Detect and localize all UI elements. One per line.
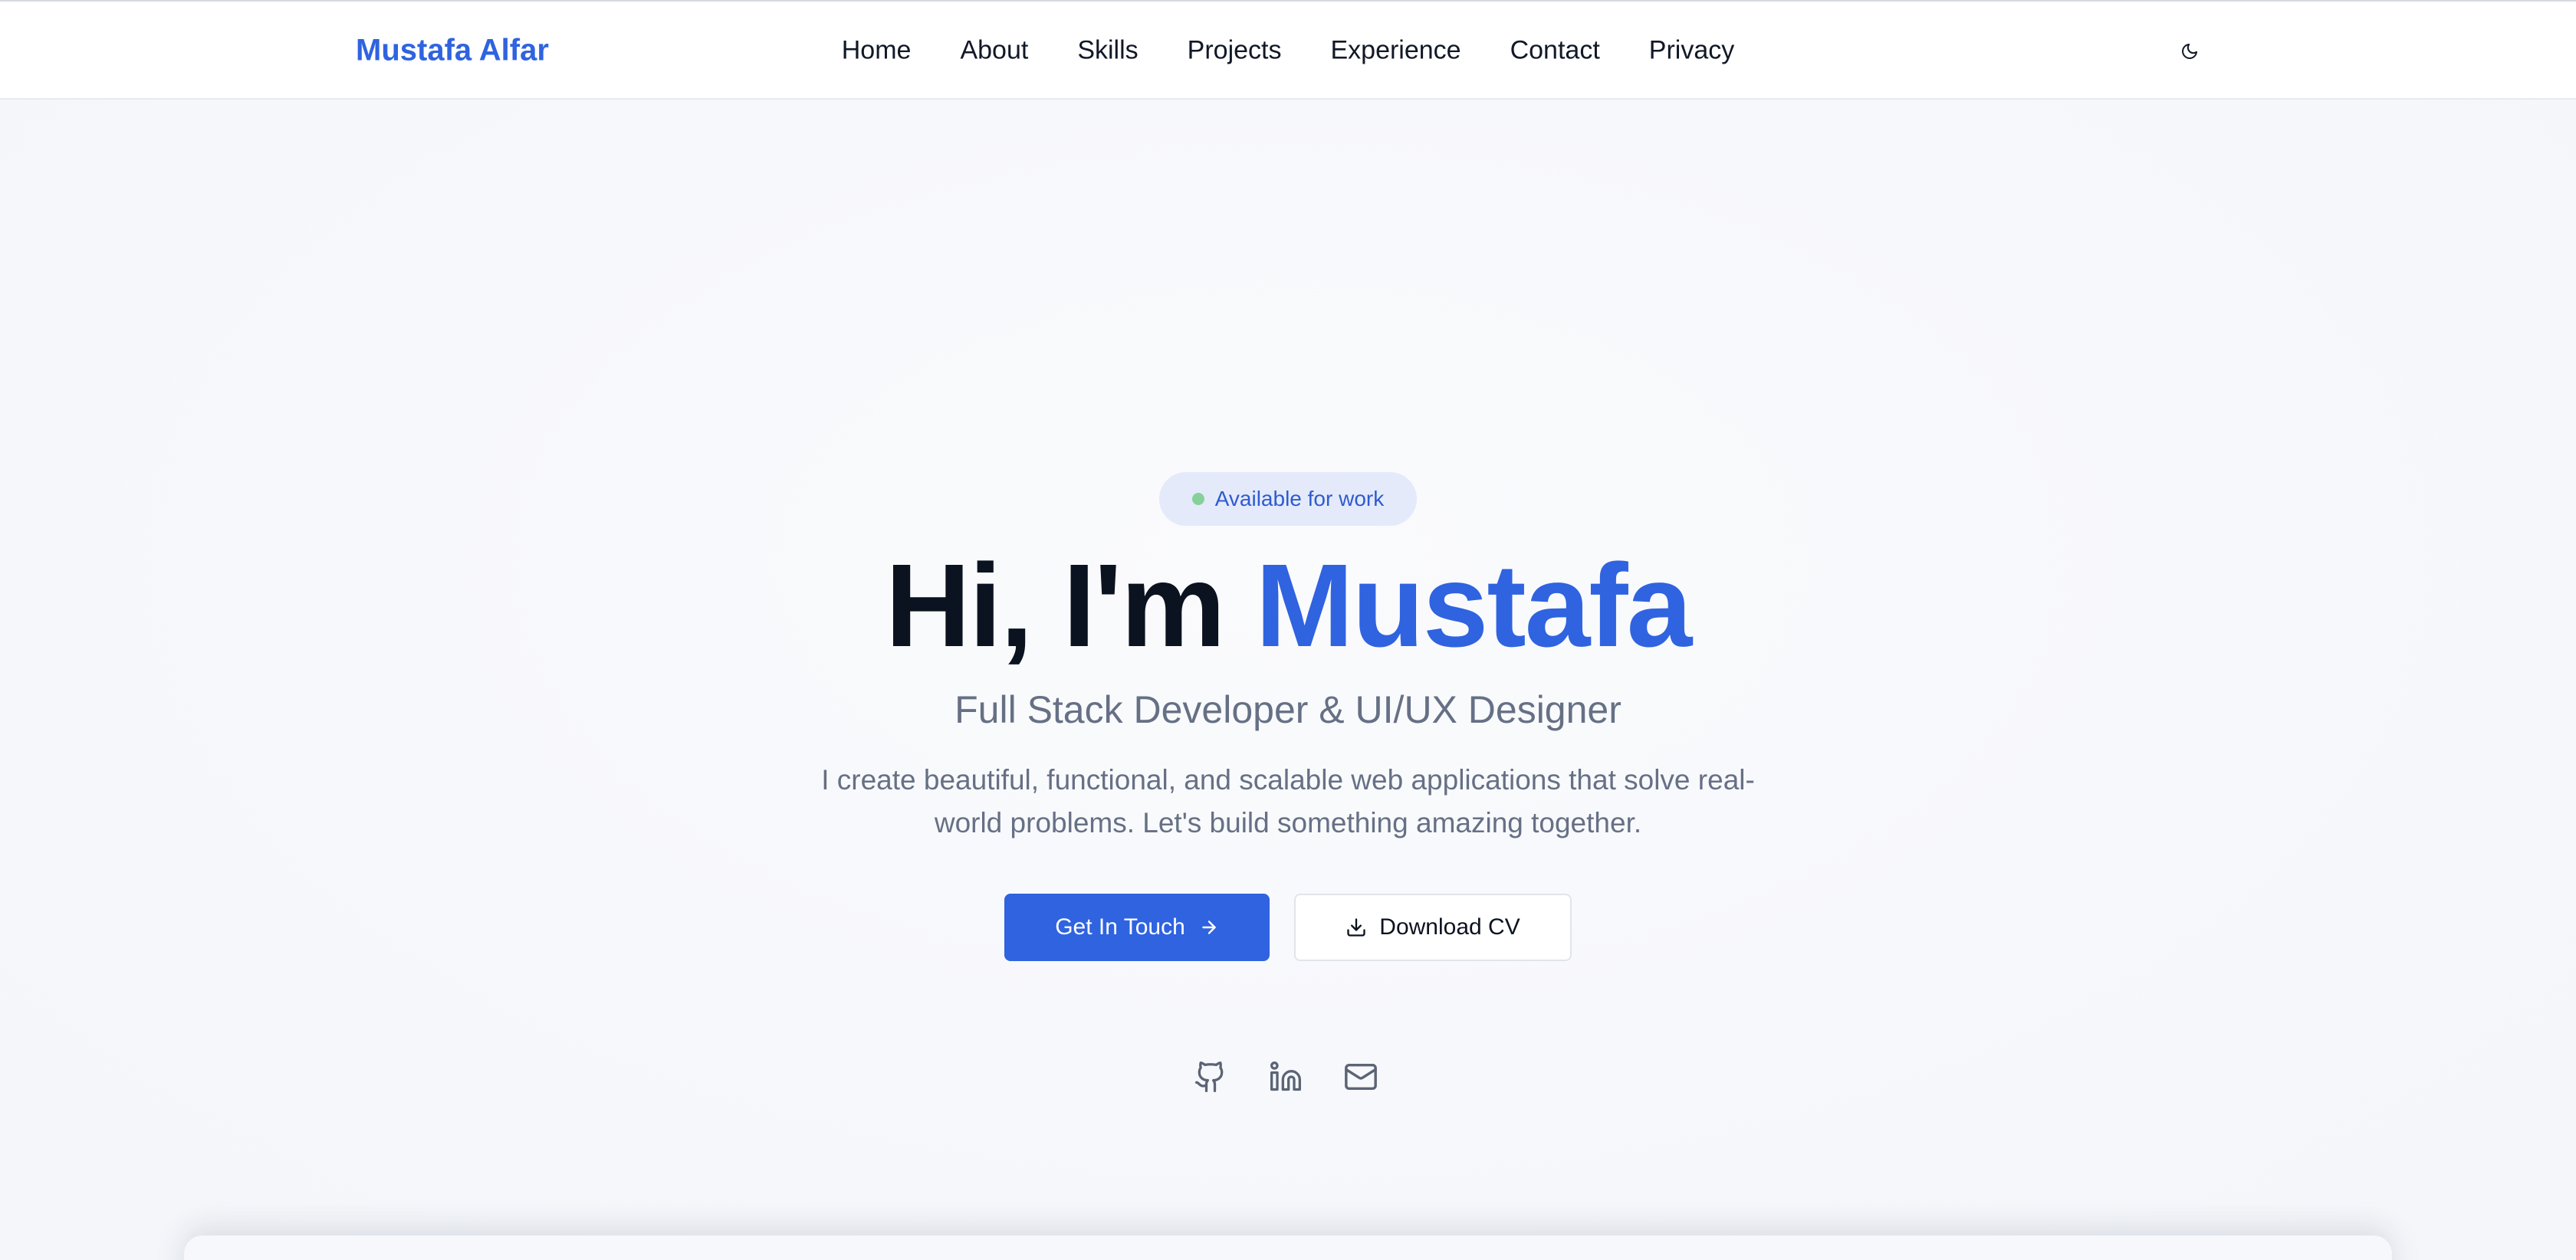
nav-contact[interactable]: Contact — [1510, 36, 1600, 66]
status-dot — [1191, 493, 1204, 505]
hero-headline: Hi, I'm Mustafa — [0, 544, 2576, 667]
github-link[interactable] — [1193, 1059, 1228, 1094]
github-icon — [1195, 1061, 1224, 1092]
social-links — [1193, 1059, 1378, 1094]
theme-toggle-button[interactable] — [2174, 36, 2205, 67]
moon-icon — [2182, 44, 2197, 59]
nav-home[interactable]: Home — [842, 36, 912, 66]
nav-about[interactable]: About — [960, 36, 1028, 66]
download-icon — [1347, 918, 1365, 937]
hero-section: Available for work Hi, I'm Mustafa Full … — [0, 100, 2576, 1260]
download-cv-button[interactable]: Download CV — [1294, 894, 1572, 961]
get-in-touch-label: Get In Touch — [1055, 914, 1185, 940]
availability-badge: Available for work — [1159, 472, 1417, 526]
headline-greeting: Hi, I'm — [885, 540, 1256, 671]
nav-privacy[interactable]: Privacy — [1649, 36, 1734, 66]
linkedin-link[interactable] — [1268, 1059, 1303, 1094]
nav-skills[interactable]: Skills — [1077, 36, 1138, 66]
next-section-card — [184, 1235, 2392, 1260]
site-header: Mustafa Alfar Home About Skills Projects… — [0, 0, 2576, 100]
nav-projects[interactable]: Projects — [1188, 36, 1282, 66]
email-link[interactable] — [1343, 1059, 1378, 1094]
cta-row: Get In Touch Download CV — [1004, 894, 1572, 961]
get-in-touch-button[interactable]: Get In Touch — [1004, 894, 1270, 961]
linkedin-icon — [1270, 1061, 1301, 1091]
availability-badge-text: Available for work — [1214, 487, 1385, 510]
nav-experience[interactable]: Experience — [1330, 36, 1460, 66]
hero-description: I create beautiful, functional, and scal… — [821, 764, 1755, 838]
headline-name: Mustafa — [1255, 540, 1692, 671]
mail-icon — [1345, 1063, 1377, 1091]
hero-subtitle: Full Stack Developer & UI/UX Designer — [955, 688, 1622, 731]
download-cv-label: Download CV — [1379, 914, 1520, 940]
arrow-right-icon — [1202, 920, 1216, 934]
